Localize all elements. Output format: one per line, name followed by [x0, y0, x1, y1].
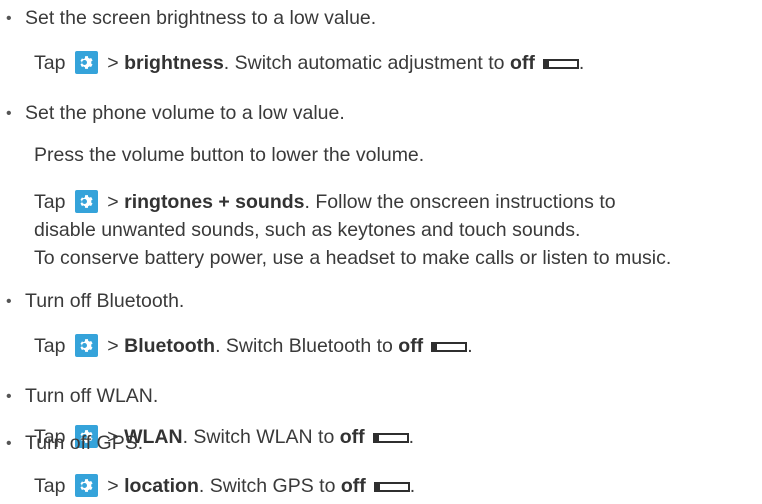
tap-word: Tap: [34, 191, 66, 213]
instruction-step: Tap > brightness. Switch automatic adjus…: [34, 51, 585, 74]
instruction-step: Tap > ringtones + sounds. Follow the ons…: [34, 190, 616, 213]
bullet-dot: •: [6, 293, 12, 310]
settings-gear-icon: [74, 474, 98, 497]
bullet-dot: •: [6, 388, 12, 405]
bullet-dot: •: [6, 10, 12, 27]
bullet-text: Turn off Bluetooth.: [25, 290, 185, 312]
settings-gear-icon: [74, 190, 98, 213]
tap-word: Tap: [34, 52, 66, 74]
off-label: off: [340, 475, 366, 497]
off-label: off: [509, 52, 535, 74]
settings-gear-icon: [74, 334, 98, 357]
bullet-dot: •: [6, 105, 12, 122]
setting-name: Bluetooth: [124, 335, 216, 357]
instruction-text: Press the volume button to lower the vol…: [34, 144, 425, 166]
bullet-text: Set the phone volume to a low value.: [25, 102, 345, 124]
toggle-off-icon: [373, 482, 410, 492]
setting-name: brightness: [124, 52, 224, 74]
tap-word: Tap: [34, 335, 66, 357]
tap-word: Tap: [34, 475, 66, 497]
toggle-off-icon: [542, 59, 579, 69]
setting-name: location: [124, 475, 199, 497]
setting-name: ringtones + sounds: [124, 191, 305, 213]
toggle-off-icon: [372, 433, 409, 443]
off-label: off: [339, 426, 365, 448]
bullet-text: Set the screen brightness to a low value…: [25, 7, 377, 29]
bullet-dot: •: [6, 435, 12, 452]
toggle-off-icon: [431, 342, 468, 352]
bullet-text: Turn off GPS.: [25, 432, 144, 454]
instruction-text: disable unwanted sounds, such as keytone…: [34, 219, 581, 241]
instruction-text: To conserve battery power, use a headset…: [34, 247, 672, 269]
instruction-step: Tap > location. Switch GPS to off.: [34, 474, 416, 497]
off-label: off: [398, 335, 424, 357]
bullet-text: Turn off WLAN.: [25, 385, 159, 407]
settings-gear-icon: [74, 51, 98, 74]
instruction-step: Tap > Bluetooth. Switch Bluetooth to off…: [34, 334, 473, 357]
